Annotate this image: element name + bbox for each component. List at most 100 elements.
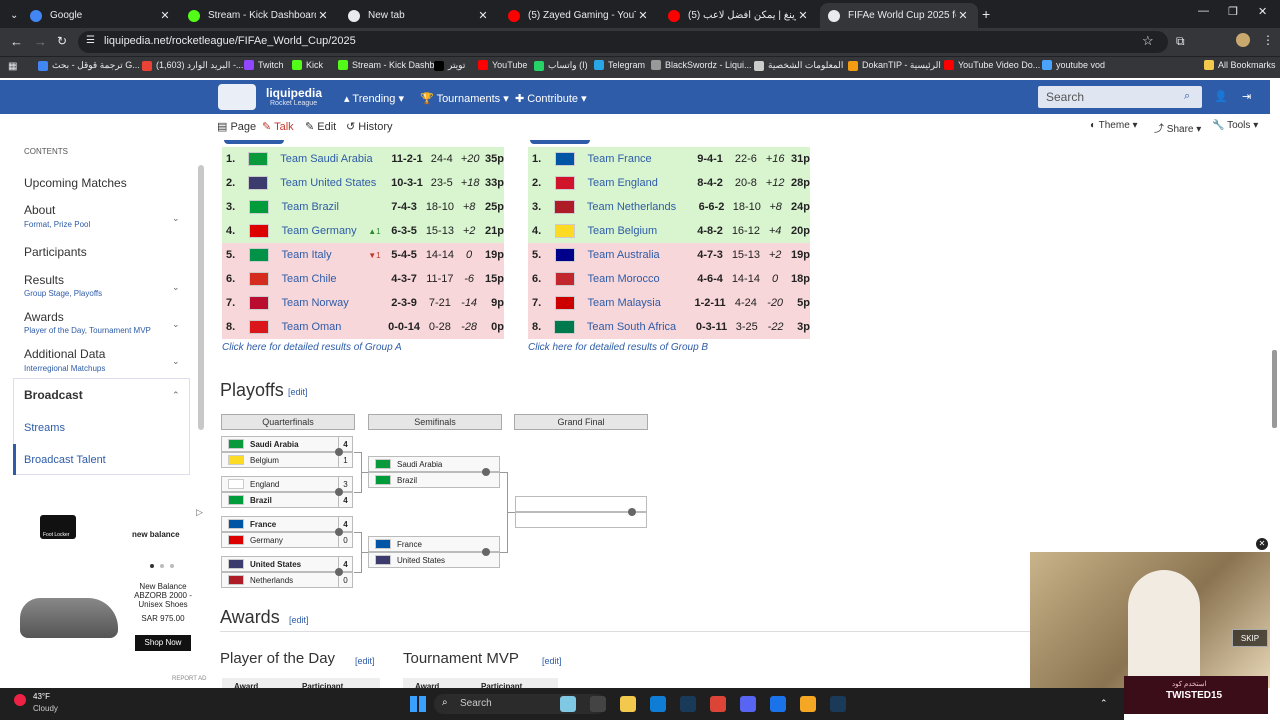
- weather-desc[interactable]: Cloudy: [33, 704, 58, 713]
- close-video-icon[interactable]: ✕: [1256, 538, 1268, 550]
- bookmark-star-icon[interactable]: ☆: [1142, 33, 1154, 49]
- group-a-link[interactable]: Click here for detailed results of Group…: [222, 342, 402, 353]
- extensions-icon[interactable]: ⧉: [1176, 34, 1185, 49]
- bookmark-item[interactable]: Stream - Kick Dashb...: [338, 60, 442, 70]
- toc-awards-sub[interactable]: Player of the Day, Tournament MVP: [24, 326, 152, 335]
- overwolf-icon[interactable]: [800, 696, 816, 712]
- browser-tab[interactable]: New tab ✕: [340, 3, 498, 28]
- tray-chevron-icon[interactable]: ⌃: [1100, 698, 1108, 709]
- potd-edit-link[interactable]: [edit]: [355, 656, 375, 666]
- toc-about-sub[interactable]: Format, Prize Pool: [24, 220, 90, 229]
- discord-icon[interactable]: [740, 696, 756, 712]
- standings-row[interactable]: 7. Team Malaysia 1-2-11 4-24 -20 5p: [528, 291, 810, 315]
- match-info-icon[interactable]: [482, 468, 490, 476]
- browser-tab[interactable]: Google ✕: [22, 3, 180, 28]
- match-info-icon[interactable]: [482, 548, 490, 556]
- match-info-icon[interactable]: [335, 528, 343, 536]
- bracket-team[interactable]: France 4: [221, 516, 353, 532]
- nav-contribute[interactable]: ✚ Contribute ▾: [515, 92, 587, 105]
- bookmark-item[interactable]: Twitch: [244, 60, 284, 70]
- team-name[interactable]: Team Belgium: [587, 225, 674, 237]
- bracket-team[interactable]: France: [368, 536, 500, 552]
- bracket-team[interactable]: England 3: [221, 476, 353, 492]
- bookmark-item[interactable]: المعلومات الشخصية: [754, 60, 843, 71]
- windows-start-icon[interactable]: [410, 696, 426, 712]
- team-name[interactable]: Team Netherlands: [587, 201, 676, 213]
- tab-search-button[interactable]: ⌄: [2, 3, 22, 28]
- bracket-team[interactable]: Brazil 4: [221, 492, 353, 508]
- close-tab-icon[interactable]: ✕: [956, 9, 970, 22]
- bookmark-item[interactable]: Kick: [292, 60, 323, 70]
- bracket-team[interactable]: Netherlands 0: [221, 572, 353, 588]
- toc-awards[interactable]: Awards: [24, 310, 64, 324]
- team-name[interactable]: Team Germany: [281, 225, 368, 237]
- chevron-down-icon[interactable]: ⌄: [172, 213, 180, 224]
- final-slot-2[interactable]: [515, 512, 647, 528]
- chevron-down-icon[interactable]: ⌄: [172, 282, 180, 293]
- toc-participants[interactable]: Participants: [24, 245, 87, 259]
- close-tab-icon[interactable]: ✕: [158, 9, 172, 22]
- chrome-icon[interactable]: [710, 696, 726, 712]
- liquipedia-logo-icon[interactable]: [218, 84, 256, 110]
- browser-tab[interactable]: FIFAe World Cup 2025 featuring✕: [820, 3, 978, 28]
- standings-row[interactable]: 6. Team Chile 4-3-7 11-17 -6 15p: [222, 267, 504, 291]
- bookmark-item[interactable]: Telegram: [594, 60, 645, 70]
- team-name[interactable]: Team France: [587, 153, 674, 165]
- team-name[interactable]: Team Norway: [281, 297, 368, 309]
- weather-temp[interactable]: 43°F: [33, 692, 50, 701]
- close-tab-icon[interactable]: ✕: [636, 9, 650, 22]
- standings-row[interactable]: 5. Team Italy ▼1 5-4-5 14-14 0 19p: [222, 243, 504, 267]
- ad-dots[interactable]: [150, 564, 174, 568]
- team-name[interactable]: Team United States: [280, 177, 376, 189]
- toc-broadcast-talent[interactable]: Broadcast Talent: [24, 454, 106, 466]
- profile-avatar[interactable]: [1236, 33, 1250, 47]
- match-info-icon[interactable]: [335, 488, 343, 496]
- mvp-edit-link[interactable]: [edit]: [542, 656, 562, 666]
- bracket-team[interactable]: Belgium 1: [221, 452, 353, 468]
- browser-tab[interactable]: Stream - Kick Dashboard ✕: [180, 3, 338, 28]
- page-scrollbar[interactable]: [1272, 350, 1277, 428]
- toc-broadcast[interactable]: Broadcast: [24, 388, 83, 402]
- team-name[interactable]: Team England: [587, 177, 674, 189]
- bookmark-item[interactable]: DokanTIP - الرئيسية: [848, 60, 941, 71]
- match-info-icon[interactable]: [628, 508, 636, 516]
- bookmark-item[interactable]: YouTube Video Do...: [944, 60, 1040, 70]
- bookmark-item[interactable]: (1,603) البريد الوارد -...: [142, 60, 243, 71]
- chevron-up-icon[interactable]: ⌃: [172, 390, 180, 401]
- standings-row[interactable]: 6. Team Morocco 4-6-4 14-14 0 18p: [528, 267, 810, 291]
- tab-edit[interactable]: ✎ Edit: [305, 120, 336, 133]
- close-tab-icon[interactable]: ✕: [316, 9, 330, 22]
- standings-row[interactable]: 3. Team Brazil 7-4-3 18-10 +8 25p: [222, 195, 504, 219]
- back-icon[interactable]: ←: [10, 34, 23, 49]
- sidebar-scrollbar[interactable]: [198, 165, 204, 430]
- site-search-input[interactable]: Search: [1038, 86, 1202, 108]
- standings-row[interactable]: 7. Team Norway 2-3-9 7-21 -14 9p: [222, 291, 504, 315]
- bookmark-item[interactable]: ترجمة قوقل - بحث G...: [38, 60, 140, 71]
- search-icon[interactable]: ⌕: [1184, 90, 1190, 103]
- menu-icon[interactable]: ⋮: [1262, 33, 1274, 47]
- toc-upcoming-matches[interactable]: Upcoming Matches: [24, 176, 127, 190]
- bracket-team[interactable]: Germany 0: [221, 532, 353, 548]
- file-explorer-icon[interactable]: [590, 696, 606, 712]
- browser-tab[interactable]: (5) إلدن رينغ | يمكن افضل لاعب✕: [660, 3, 818, 28]
- final-slot-1[interactable]: [515, 496, 647, 512]
- bookmark-item[interactable]: واتساب (I): [534, 60, 588, 71]
- chevron-down-icon[interactable]: ⌄: [172, 356, 180, 367]
- toc-streams[interactable]: Streams: [24, 422, 65, 434]
- browser-tab[interactable]: (5) Zayed Gaming - YouTube✕: [500, 3, 658, 28]
- folder-icon[interactable]: [620, 696, 636, 712]
- group-b-link[interactable]: Click here for detailed results of Group…: [528, 342, 708, 353]
- report-ad-link[interactable]: REPORT AD: [172, 676, 206, 682]
- bracket-team[interactable]: United States 4: [221, 556, 353, 572]
- bracket-team[interactable]: United States: [368, 552, 500, 568]
- standings-row[interactable]: 4. Team Belgium 4-8-2 16-12 +4 20p: [528, 219, 810, 243]
- skip-ad-button[interactable]: SKIP: [1232, 629, 1268, 647]
- ad-shop-now-button[interactable]: Shop Now: [135, 635, 191, 651]
- maximize-button[interactable]: ❐: [1228, 5, 1238, 18]
- share-menu[interactable]: ⤴ Share ▾: [1154, 120, 1201, 135]
- bookmark-item[interactable]: youtube vod: [1042, 60, 1105, 70]
- forward-icon[interactable]: →: [34, 34, 47, 49]
- close-tab-icon[interactable]: ✕: [796, 9, 810, 22]
- bookmark-item[interactable]: تويتر: [434, 60, 465, 71]
- team-name[interactable]: Team Morocco: [587, 273, 674, 285]
